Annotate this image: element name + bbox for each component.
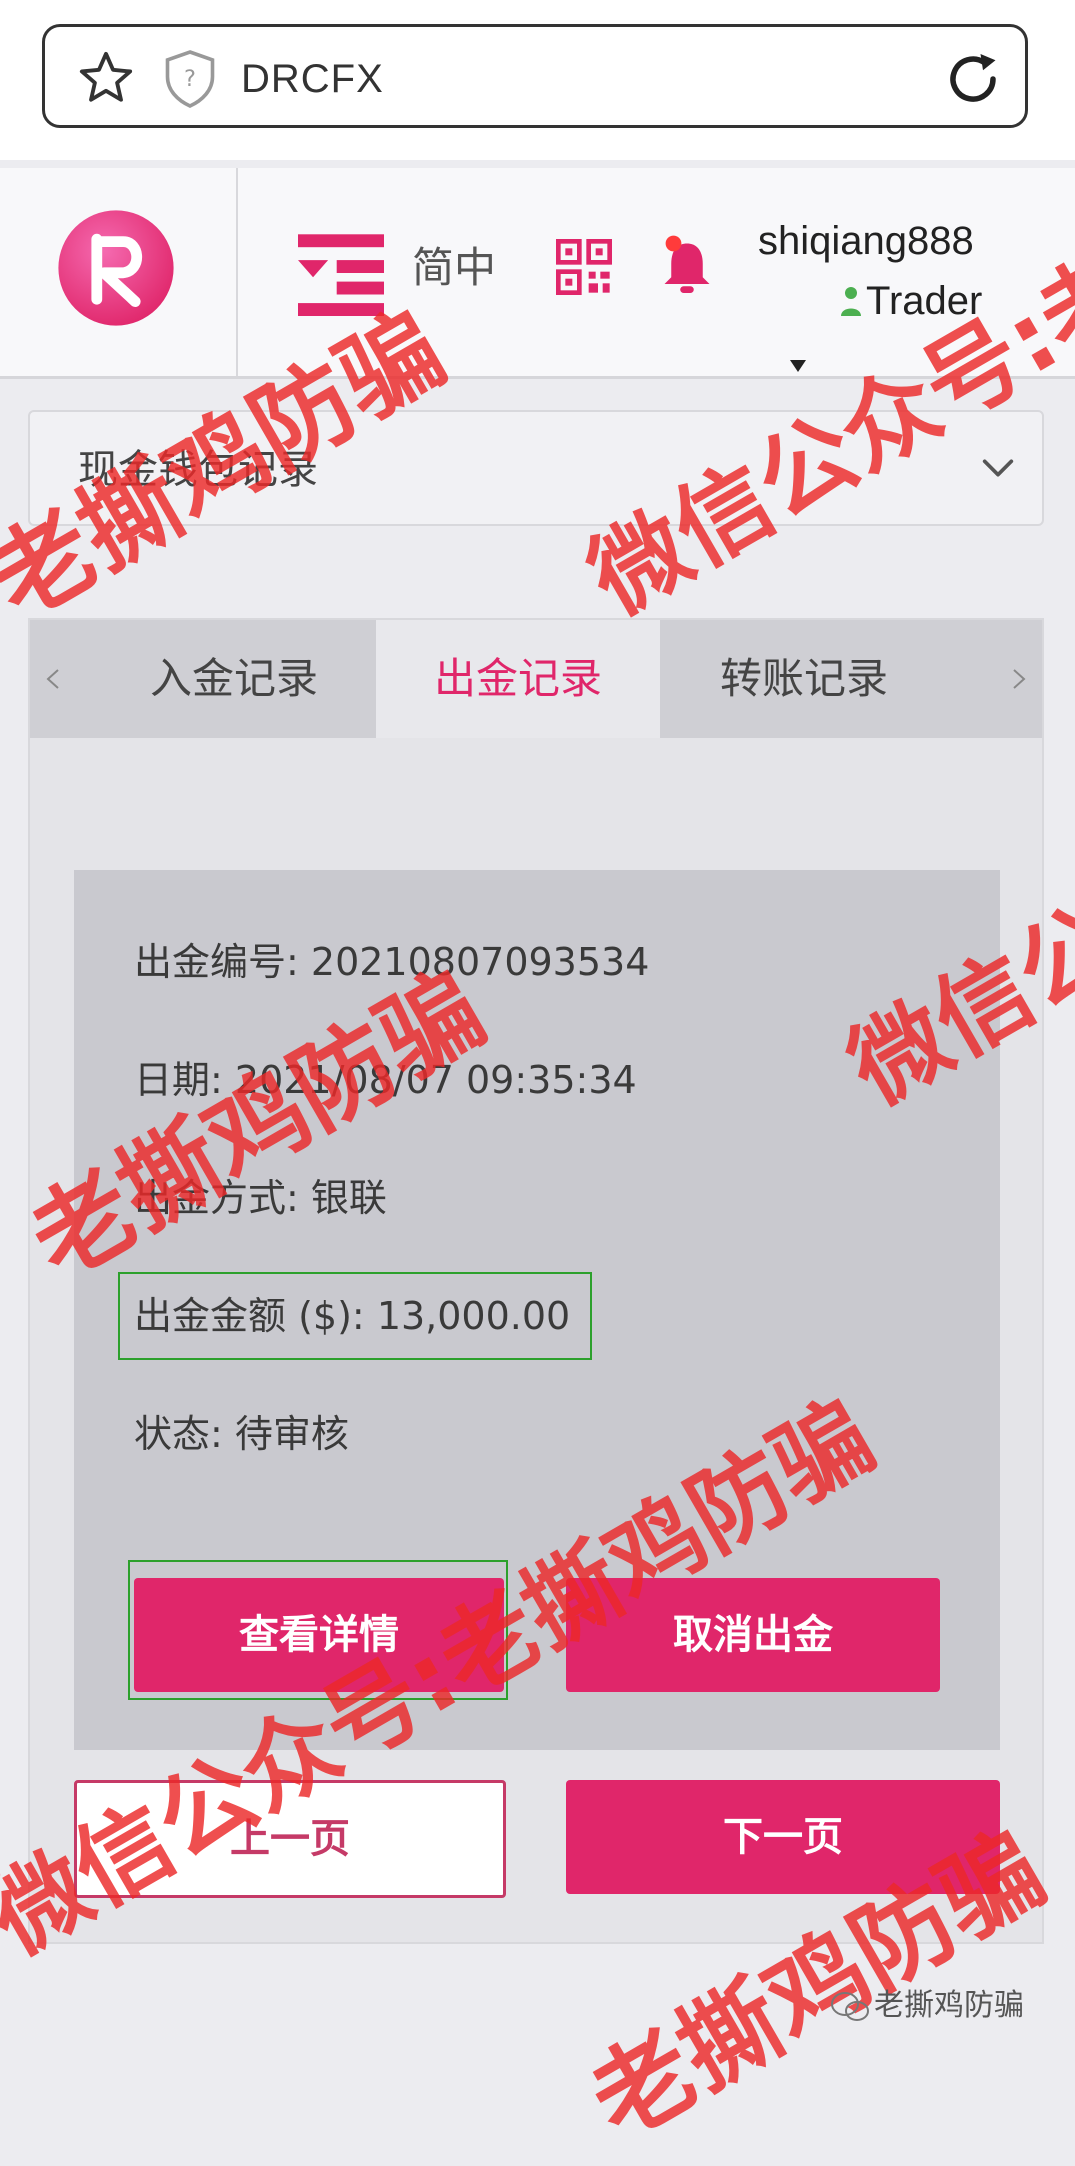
brand-logo[interactable] [56,208,176,328]
prev-page-button[interactable]: 上一页 [74,1780,506,1898]
tab-deposit-records[interactable]: 入金记录 [94,620,374,738]
status-label: 状态: [134,1412,223,1456]
tab-transfer-records[interactable]: 转账记录 [662,620,946,738]
svg-text:?: ? [184,66,196,92]
user-role: Trader [866,279,983,323]
withdrawal-id-label: 出金编号: [134,940,299,984]
url-bar[interactable]: ? DRCFX [42,24,1028,128]
withdrawal-record-card: 出金编号: 20210807093534 日期: 2021/08/07 09:3… [74,870,1000,1750]
method-row: 出金方式: 银联 [134,1168,387,1228]
credit-watermark: 老撕鸡防骗 [874,1988,1024,2023]
app-header: 简中 shiqiang888 Trader [0,168,1075,379]
next-page-button[interactable]: 下一页 [566,1780,1000,1894]
username[interactable]: shiqiang888 [758,216,974,266]
cancel-withdrawal-button[interactable]: 取消出金 [566,1578,940,1692]
wechat-icon [831,1992,869,2021]
tab-withdraw-records[interactable]: 出金记录 [376,620,660,738]
user-icon [841,287,861,316]
language-selector[interactable]: 简中 [412,238,496,298]
wallet-record-select[interactable]: 现金钱包记录 [28,410,1044,526]
status-value: 待审核 [234,1412,349,1456]
records-panel: 入金记录 出金记录 转账记录 出金编号: 20210807093534 日期: … [28,618,1044,1944]
browser-bar: ? DRCFX [0,0,1075,160]
date-row: 日期: 2021/08/07 09:35:34 [134,1050,637,1110]
url-text[interactable]: DRCFX [241,49,384,109]
withdrawal-id-row: 出金编号: 20210807093534 [134,932,649,992]
date-label: 日期: [134,1058,223,1102]
star-icon[interactable] [77,49,135,107]
method-value: 银联 [310,1176,387,1220]
chevron-right-icon[interactable] [996,620,1042,738]
method-label: 出金方式: [134,1176,299,1220]
date-value: 2021/08/07 09:35:34 [234,1058,637,1102]
bell-icon[interactable] [660,234,714,298]
amount-highlight-box [118,1272,592,1360]
record-tabs: 入金记录 出金记录 转账记录 [30,620,1042,738]
reload-icon[interactable] [943,49,1003,109]
caret-down-icon[interactable] [790,360,806,372]
status-row: 状态: 待审核 [134,1404,349,1464]
qr-code-icon[interactable] [556,238,612,296]
menu-icon[interactable] [298,230,384,316]
chevron-left-icon[interactable] [30,620,76,738]
shield-icon[interactable]: ? [163,49,217,109]
withdrawal-id-value: 20210807093534 [310,940,650,984]
details-highlight-box [128,1560,508,1700]
header-divider [236,168,238,376]
chevron-down-icon[interactable] [978,448,1018,488]
wallet-select-value: 现金钱包记录 [78,447,318,493]
